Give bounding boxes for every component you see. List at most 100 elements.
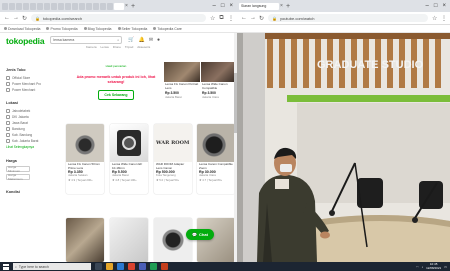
- back-icon[interactable]: ←: [241, 15, 247, 21]
- notification-center-icon[interactable]: ▭: [444, 265, 447, 269]
- browser-tab[interactable]: [72, 2, 78, 10]
- product-card[interactable]: [197, 218, 235, 262]
- category-link[interactable]: Lensa: [101, 45, 109, 49]
- forward-icon[interactable]: →: [13, 15, 19, 21]
- minimize-icon[interactable]: –: [213, 3, 216, 9]
- product-card[interactable]: [110, 218, 148, 262]
- category-link[interactable]: Drone: [113, 45, 121, 49]
- wifi-icon[interactable]: ◠: [416, 265, 419, 269]
- browser-tab[interactable]: [107, 2, 113, 10]
- address-bar[interactable]: 🔒 youtube.com/watch: [268, 14, 428, 22]
- browser-tab[interactable]: [79, 2, 85, 10]
- reload-icon[interactable]: ↻: [22, 15, 27, 22]
- filter-option[interactable]: Kab. Jakarta Barat: [6, 138, 58, 144]
- product-card[interactable]: Lensa Canon Compatible Zoom Rp 30.000 Ja…: [197, 124, 235, 194]
- checkbox[interactable]: [6, 109, 10, 113]
- teams-icon[interactable]: [139, 263, 146, 270]
- message-icon[interactable]: ✉: [149, 37, 153, 43]
- new-tab-icon[interactable]: +: [286, 3, 292, 10]
- back-icon[interactable]: ←: [4, 15, 10, 21]
- product-card[interactable]: Lensa Wide Canon EF 10-18mm Rp 5.500 Jak…: [110, 124, 148, 194]
- browser-tab[interactable]: [9, 2, 15, 10]
- menu-icon[interactable]: ⋮: [228, 15, 234, 22]
- minimize-icon[interactable]: –: [426, 3, 429, 9]
- browser-tab[interactable]: [16, 2, 22, 10]
- browser-tab[interactable]: [100, 2, 106, 10]
- product-card[interactable]: [66, 218, 104, 262]
- browser-tab-active[interactable]: [114, 2, 124, 10]
- start-button[interactable]: [3, 263, 9, 270]
- bookmarks-bar: Download Tokopedia Promo Tokopedia Blog …: [0, 25, 237, 33]
- checkbox[interactable]: [6, 115, 10, 119]
- price-max-input[interactable]: Harga Maksimum: [6, 173, 30, 181]
- bookmark-item[interactable]: Promo Tokopedia: [46, 27, 78, 31]
- livestream-video[interactable]: GRADUATE STUDIO: [237, 33, 450, 262]
- search-icon[interactable]: ⌕: [117, 38, 119, 42]
- category-link[interactable]: Kamera: [86, 45, 97, 49]
- taskbar-search-input[interactable]: ⌕ Type here to search: [13, 263, 91, 270]
- cart-icon[interactable]: 🛒: [128, 37, 134, 43]
- category-link[interactable]: Tripod: [125, 45, 133, 49]
- checkbox[interactable]: [6, 139, 10, 143]
- product-card[interactable]: WAR ROOM WAR ROOM Adapter Lens Canon Rp …: [154, 124, 192, 194]
- browser-tab[interactable]: [51, 2, 57, 10]
- browser-tab[interactable]: [65, 2, 71, 10]
- check-now-button[interactable]: Cek Sekarang: [98, 90, 134, 100]
- checkbox[interactable]: [6, 127, 10, 131]
- star-icon[interactable]: ☆: [210, 15, 215, 22]
- see-more-link[interactable]: Lihat Selengkapnya: [6, 145, 58, 149]
- chrome-icon[interactable]: [128, 263, 135, 270]
- close-window-icon[interactable]: ×: [442, 3, 446, 9]
- product-search-input[interactable]: lensa kamera ⌕: [50, 36, 123, 44]
- edge-icon[interactable]: [117, 263, 124, 270]
- menu-icon[interactable]: ⋮: [441, 15, 447, 22]
- product-card[interactable]: Lensa Fix Canon 50mm Prime Lens Rp 3.350…: [66, 124, 104, 194]
- browser-tab-active[interactable]: Siaran langsung: [239, 2, 279, 10]
- maximize-icon[interactable]: □: [434, 3, 438, 9]
- close-tab-icon[interactable]: ×: [280, 3, 285, 9]
- powerpoint-icon[interactable]: [161, 263, 168, 270]
- task-view-icon[interactable]: [95, 263, 102, 270]
- price-min-input[interactable]: Harga Minimum: [6, 165, 30, 173]
- bookmark-item[interactable]: Tokopedia Care: [153, 27, 182, 31]
- browser-tab[interactable]: [93, 2, 99, 10]
- browser-tab[interactable]: [2, 2, 8, 10]
- maximize-icon[interactable]: □: [221, 3, 225, 9]
- bookmark-item[interactable]: Blog Tokopedia: [83, 27, 112, 31]
- browser-tab[interactable]: [37, 2, 43, 10]
- browser-tab[interactable]: [30, 2, 36, 10]
- browser-tab[interactable]: [58, 2, 64, 10]
- star-icon[interactable]: ☆: [432, 15, 437, 22]
- new-tab-icon[interactable]: +: [131, 3, 137, 10]
- browser-tab[interactable]: [86, 2, 92, 10]
- product-card[interactable]: Lensa Fix Canon Portrait Lens Rp 3.500 J…: [164, 62, 200, 106]
- close-window-icon[interactable]: ×: [229, 3, 233, 9]
- address-bar[interactable]: 🔒 tokopedia.com/search: [31, 14, 206, 22]
- avatar[interactable]: ●: [157, 37, 160, 43]
- product-rating: ★ 4.7 | Terjual 80+: [199, 177, 223, 182]
- category-link[interactable]: Aksesoris: [137, 45, 150, 49]
- bookmark-item[interactable]: Seller Tokopedia: [117, 27, 147, 31]
- checkbox[interactable]: [6, 82, 10, 86]
- checkbox[interactable]: [6, 133, 10, 137]
- bookmark-item[interactable]: Download Tokopedia: [4, 27, 40, 31]
- notification-icon[interactable]: 🔔: [139, 37, 145, 43]
- product-card[interactable]: [154, 218, 192, 262]
- excel-icon[interactable]: [150, 263, 157, 270]
- extension-icon[interactable]: ⧉: [219, 15, 224, 22]
- browser-tab[interactable]: [23, 2, 29, 10]
- product-card[interactable]: Lensa Wide Canon Compatible Rp 3.500 Jak…: [201, 62, 237, 106]
- filter-option[interactable]: Power Merchant: [6, 87, 58, 93]
- checkbox[interactable]: [6, 121, 10, 125]
- volume-icon[interactable]: ♪: [422, 265, 424, 269]
- file-explorer-icon[interactable]: [106, 263, 113, 270]
- browser-tab[interactable]: [44, 2, 50, 10]
- close-tab-icon[interactable]: ×: [125, 3, 130, 9]
- reload-icon[interactable]: ↻: [259, 15, 264, 22]
- checkbox[interactable]: [6, 76, 10, 80]
- clock[interactable]: 10:45 12/08/2021: [426, 262, 441, 270]
- tokopedia-logo[interactable]: tokopedia: [6, 36, 45, 46]
- forward-icon[interactable]: →: [250, 15, 256, 21]
- chat-button[interactable]: 💬 Chat: [186, 229, 214, 240]
- checkbox[interactable]: [6, 88, 10, 92]
